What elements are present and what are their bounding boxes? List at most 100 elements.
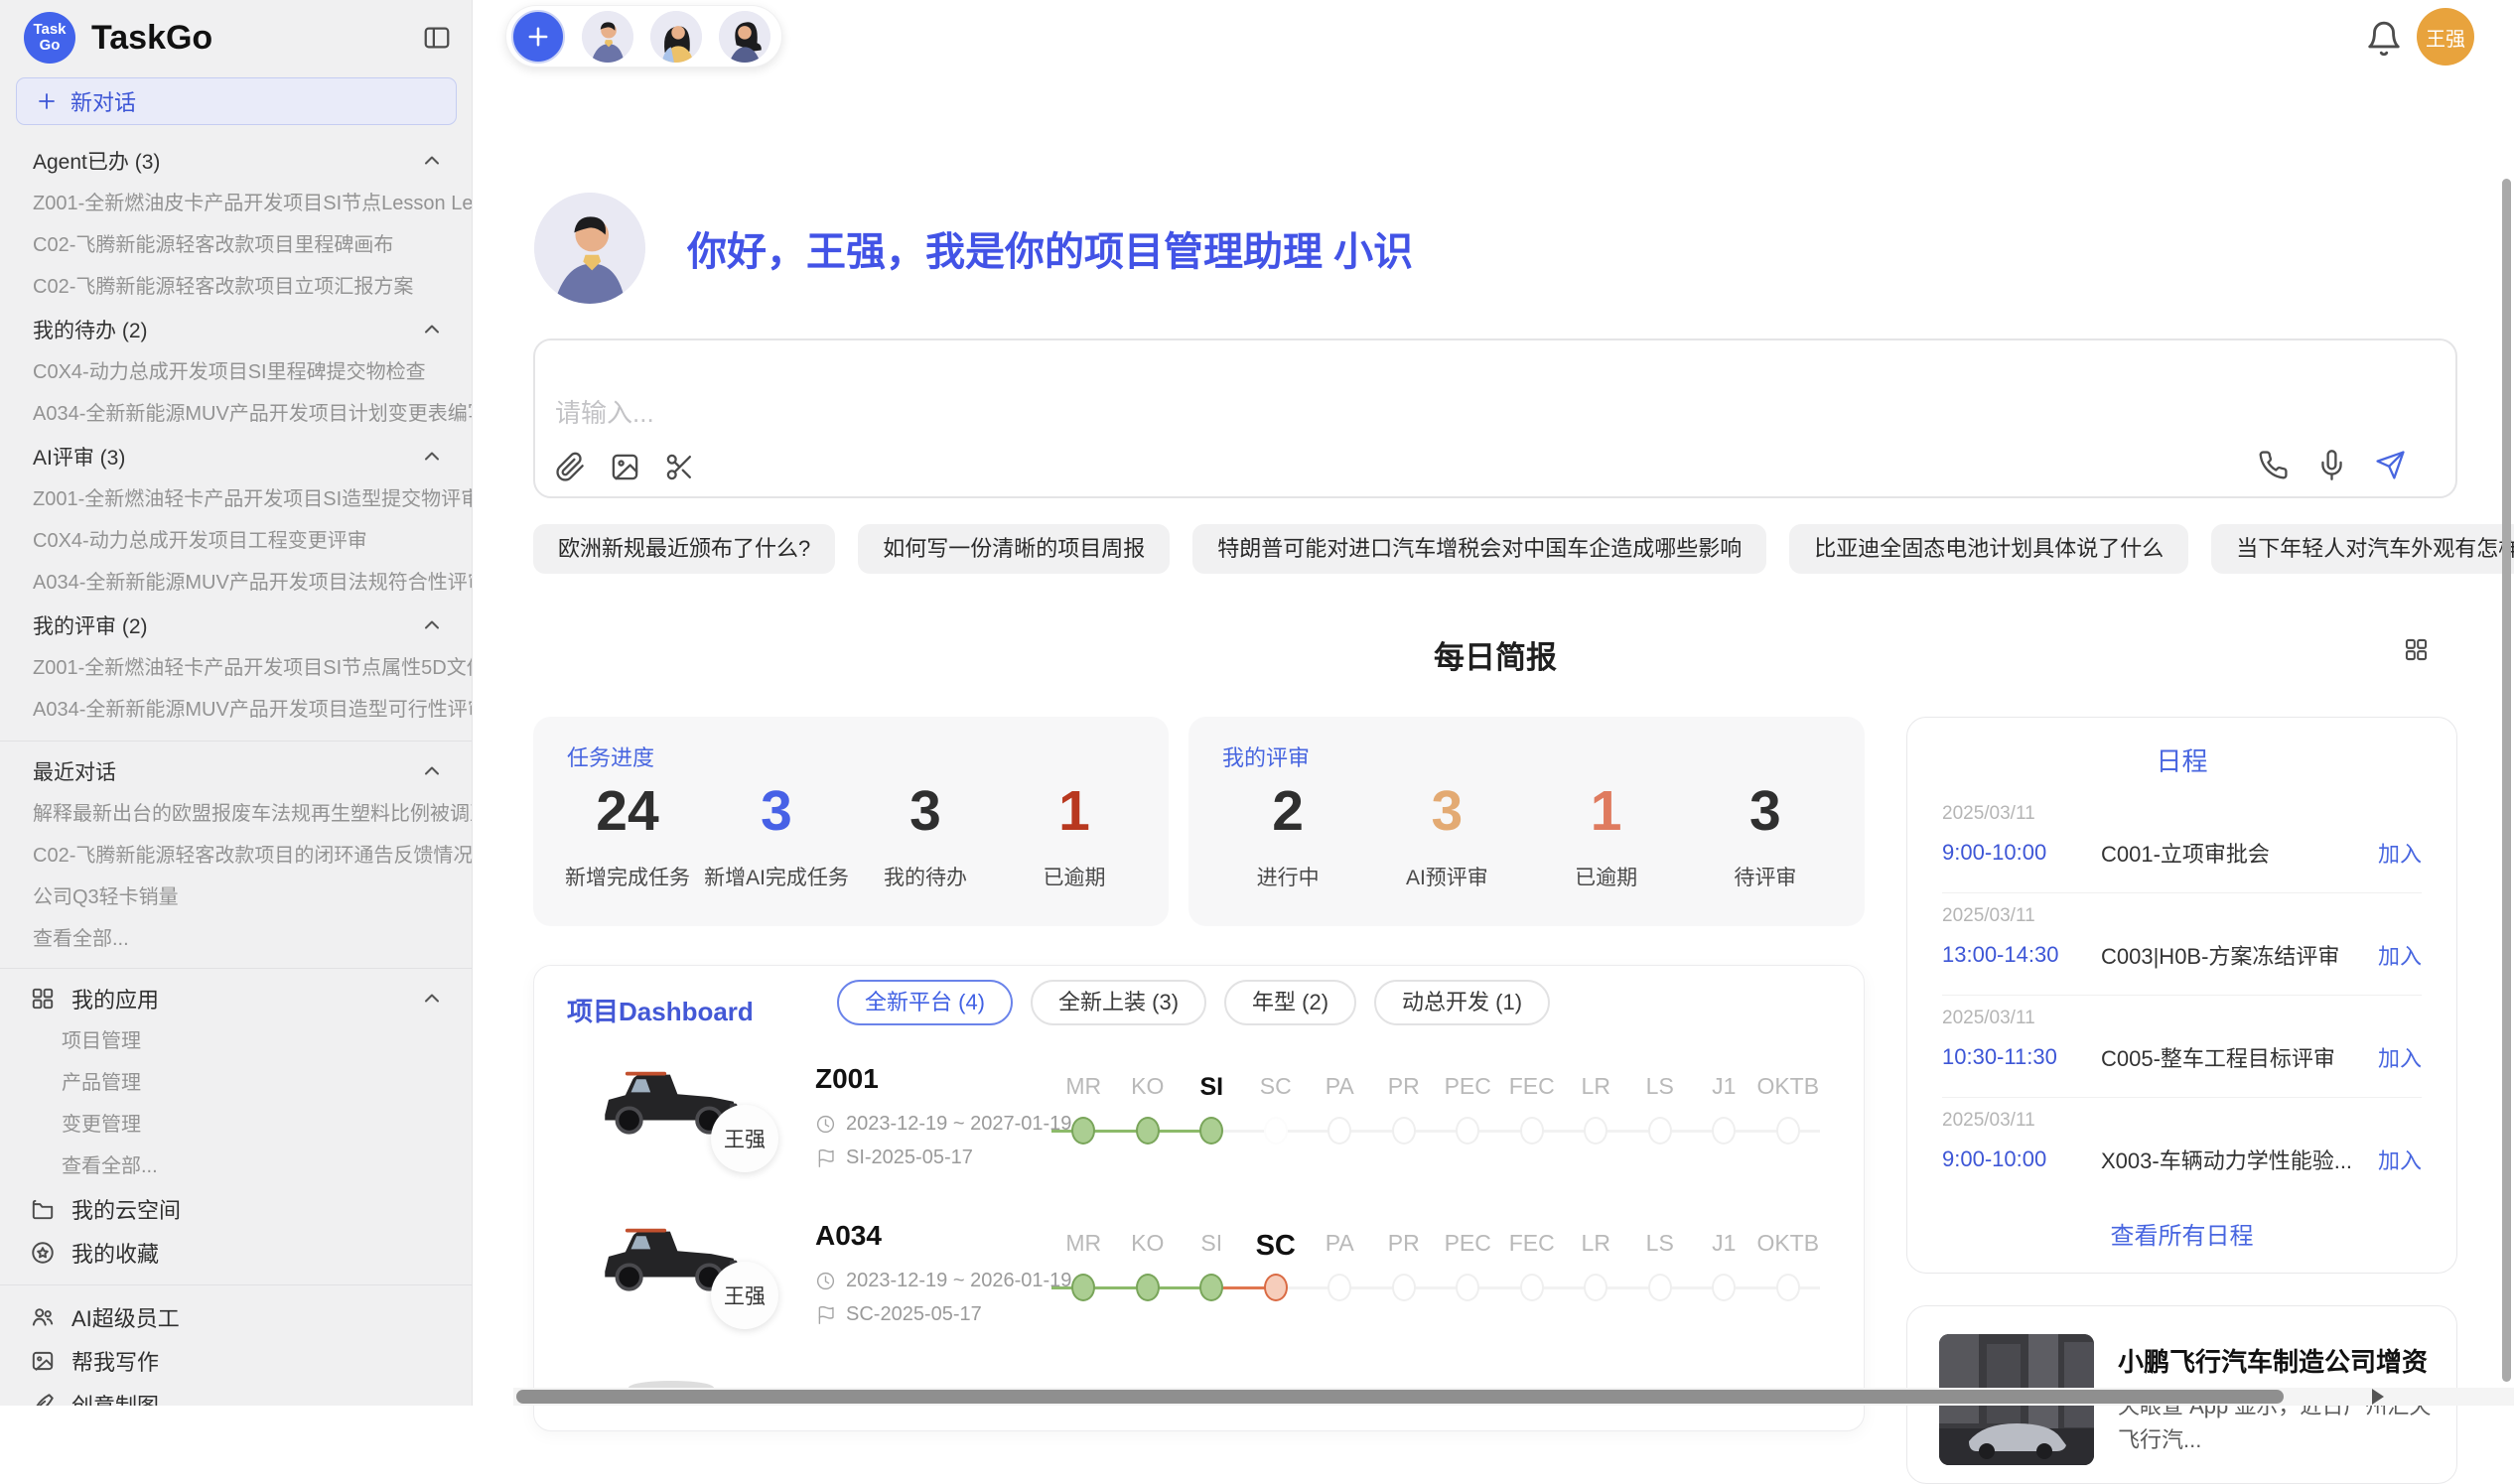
milestone[interactable]: KO: [1116, 1212, 1181, 1257]
assistant-avatar-3[interactable]: [719, 11, 770, 63]
milestone[interactable]: FEC: [1500, 1055, 1565, 1100]
sidebar-section-header[interactable]: AI评审 (3): [0, 435, 472, 478]
sidebar-item[interactable]: A034-全新新能源MUV产品开发项目造型可行性评审: [0, 689, 472, 731]
sidebar-item[interactable]: Z001-全新燃油轻卡产品开发项目SI造型提交物评审: [0, 478, 472, 520]
sidebar-item[interactable]: 解释最新出台的欧盟报废车法规再生塑料比例被调至15%...: [0, 793, 472, 835]
sidebar-item[interactable]: C02-飞腾新能源轻客改款项目立项汇报方案: [0, 266, 472, 308]
notifications-bell-icon[interactable]: [2365, 20, 2403, 58]
milestone[interactable]: LR: [1564, 1212, 1628, 1257]
sidebar-item-favorites[interactable]: 我的收藏: [0, 1231, 472, 1275]
scissors-icon[interactable]: [664, 452, 695, 482]
user-avatar[interactable]: 王强: [2417, 8, 2474, 66]
event-join-link[interactable]: 加入: [2378, 1041, 2422, 1073]
suggestion-chip[interactable]: 欧洲新规最近颁布了什么?: [533, 524, 835, 574]
chevron-up-icon[interactable]: [420, 613, 444, 637]
milestone[interactable]: SC: [1244, 1212, 1309, 1263]
sidebar-item[interactable]: A034-全新新能源MUV产品开发项目计划变更表编写: [0, 393, 472, 435]
milestone[interactable]: OKTB: [1756, 1055, 1821, 1100]
my-apps-subitem[interactable]: 查看全部...: [0, 1146, 472, 1187]
suggestion-chip[interactable]: 当下年轻人对汽车外观有怎样的喜好趋势: [2211, 524, 2514, 574]
sidebar-item[interactable]: Z001-全新燃油皮卡产品开发项目SI节点Lesson Learn报告: [0, 183, 472, 224]
sidebar-item[interactable]: 查看全部...: [0, 918, 472, 960]
sidebar-item[interactable]: C0X4-动力总成开发项目工程变更评审: [0, 520, 472, 562]
new-session-button[interactable]: [511, 10, 565, 64]
milestone-node: [1264, 1274, 1288, 1301]
sidebar-section-header[interactable]: Agent已办 (3): [0, 139, 472, 183]
milestone-label: LS: [1646, 1230, 1674, 1257]
scroll-right-arrow-icon[interactable]: [2372, 1389, 2384, 1405]
assistant-avatar-2[interactable]: [650, 11, 702, 63]
milestone[interactable]: J1: [1692, 1212, 1756, 1257]
sidebar-item[interactable]: C02-飞腾新能源轻客改款项目的闭环通告反馈情况: [0, 835, 472, 877]
sidebar-tool-photo[interactable]: 帮我写作: [0, 1339, 472, 1383]
microphone-icon[interactable]: [2316, 450, 2347, 480]
suggestion-chip[interactable]: 比亚迪全固态电池计划具体说了什么: [1789, 524, 2188, 574]
milestone-label: SC: [1260, 1073, 1292, 1100]
sidebar-tool-pen[interactable]: 创意制图: [0, 1383, 472, 1406]
vertical-scrollbar-thumb[interactable]: [2502, 179, 2511, 1382]
milestone[interactable]: SC: [1244, 1055, 1309, 1100]
paperclip-icon[interactable]: [555, 452, 586, 482]
milestone[interactable]: OKTB: [1756, 1212, 1821, 1257]
suggestion-chip[interactable]: 如何写一份清晰的项目周报: [858, 524, 1170, 574]
sidebar-section: AI评审 (3)Z001-全新燃油轻卡产品开发项目SI造型提交物评审C0X4-动…: [0, 435, 472, 604]
my-apps-subitem[interactable]: 项目管理: [0, 1020, 472, 1062]
sidebar-item[interactable]: C02-飞腾新能源轻客改款项目里程碑画布: [0, 224, 472, 266]
event-join-link[interactable]: 加入: [2378, 837, 2422, 869]
my-apps-subitem[interactable]: 产品管理: [0, 1062, 472, 1104]
chevron-up-icon[interactable]: [420, 149, 444, 173]
sidebar-section-header[interactable]: 我的评审 (2): [0, 604, 472, 647]
sidebar-item[interactable]: A034-全新新能源MUV产品开发项目法规符合性评审: [0, 562, 472, 604]
briefing-layout-icon[interactable]: [2403, 636, 2430, 663]
sidebar-collapse-icon[interactable]: [422, 23, 452, 53]
milestone[interactable]: PA: [1308, 1212, 1372, 1257]
sidebar-item[interactable]: Z001-全新燃油轻卡产品开发项目SI节点属性5D文件评审: [0, 647, 472, 689]
sidebar-section-header[interactable]: 我的待办 (2): [0, 308, 472, 351]
milestone[interactable]: PA: [1308, 1055, 1372, 1100]
sidebar-item-cloud[interactable]: 我的云空间: [0, 1187, 472, 1231]
dashboard-tab[interactable]: 全新平台 (4): [837, 980, 1013, 1025]
milestone[interactable]: SI: [1180, 1055, 1244, 1102]
view-all-schedule-link[interactable]: 查看所有日程: [1907, 1216, 2456, 1251]
milestone[interactable]: PEC: [1436, 1055, 1500, 1100]
milestone[interactable]: MR: [1051, 1212, 1116, 1257]
milestone[interactable]: MR: [1051, 1055, 1116, 1100]
phone-icon[interactable]: [2258, 450, 2289, 480]
dashboard-tab[interactable]: 年型 (2): [1224, 980, 1356, 1025]
stat-card-title: 我的评审: [1222, 741, 1310, 772]
assistant-avatar-1[interactable]: [582, 11, 633, 63]
milestone[interactable]: LS: [1628, 1055, 1693, 1100]
chevron-up-icon[interactable]: [420, 445, 444, 469]
send-icon[interactable]: [2375, 450, 2406, 480]
horizontal-scrollbar[interactable]: [513, 1388, 2514, 1406]
suggestion-chip[interactable]: 特朗普可能对进口汽车增税会对中国车企造成哪些影响: [1192, 524, 1766, 574]
stat-label: 待评审: [1686, 862, 1845, 891]
my-apps-subitem[interactable]: 变更管理: [0, 1104, 472, 1146]
event-join-link[interactable]: 加入: [2378, 1144, 2422, 1175]
sidebar-item[interactable]: C0X4-动力总成开发项目SI里程碑提交物检查: [0, 351, 472, 393]
milestone[interactable]: SI: [1180, 1212, 1244, 1257]
milestone[interactable]: PR: [1372, 1212, 1437, 1257]
project-flag-milestone: SI-2025-05-17: [815, 1147, 973, 1169]
milestone[interactable]: PR: [1372, 1055, 1437, 1100]
sidebar-tool-people[interactable]: AI超级员工: [0, 1295, 472, 1339]
sidebar-item[interactable]: 公司Q3轻卡销量: [0, 877, 472, 918]
milestone[interactable]: LR: [1564, 1055, 1628, 1100]
horizontal-scrollbar-thumb[interactable]: [516, 1390, 2284, 1404]
sidebar-section-header[interactable]: 最近对话: [0, 749, 472, 793]
dashboard-tab[interactable]: 动总开发 (1): [1374, 980, 1550, 1025]
milestone[interactable]: FEC: [1500, 1212, 1565, 1257]
milestone[interactable]: PEC: [1436, 1212, 1500, 1257]
milestone[interactable]: LS: [1628, 1212, 1693, 1257]
chevron-up-icon[interactable]: [420, 759, 444, 783]
chat-input[interactable]: [555, 398, 1945, 429]
new-chat-button[interactable]: 新对话: [16, 77, 457, 125]
image-icon[interactable]: [610, 452, 640, 482]
chevron-up-icon[interactable]: [420, 987, 444, 1011]
dashboard-tab[interactable]: 全新上装 (3): [1031, 980, 1206, 1025]
sidebar-item-my-apps[interactable]: 我的应用: [0, 977, 472, 1020]
event-join-link[interactable]: 加入: [2378, 939, 2422, 971]
chevron-up-icon[interactable]: [420, 318, 444, 341]
milestone[interactable]: KO: [1116, 1055, 1181, 1100]
milestone[interactable]: J1: [1692, 1055, 1756, 1100]
